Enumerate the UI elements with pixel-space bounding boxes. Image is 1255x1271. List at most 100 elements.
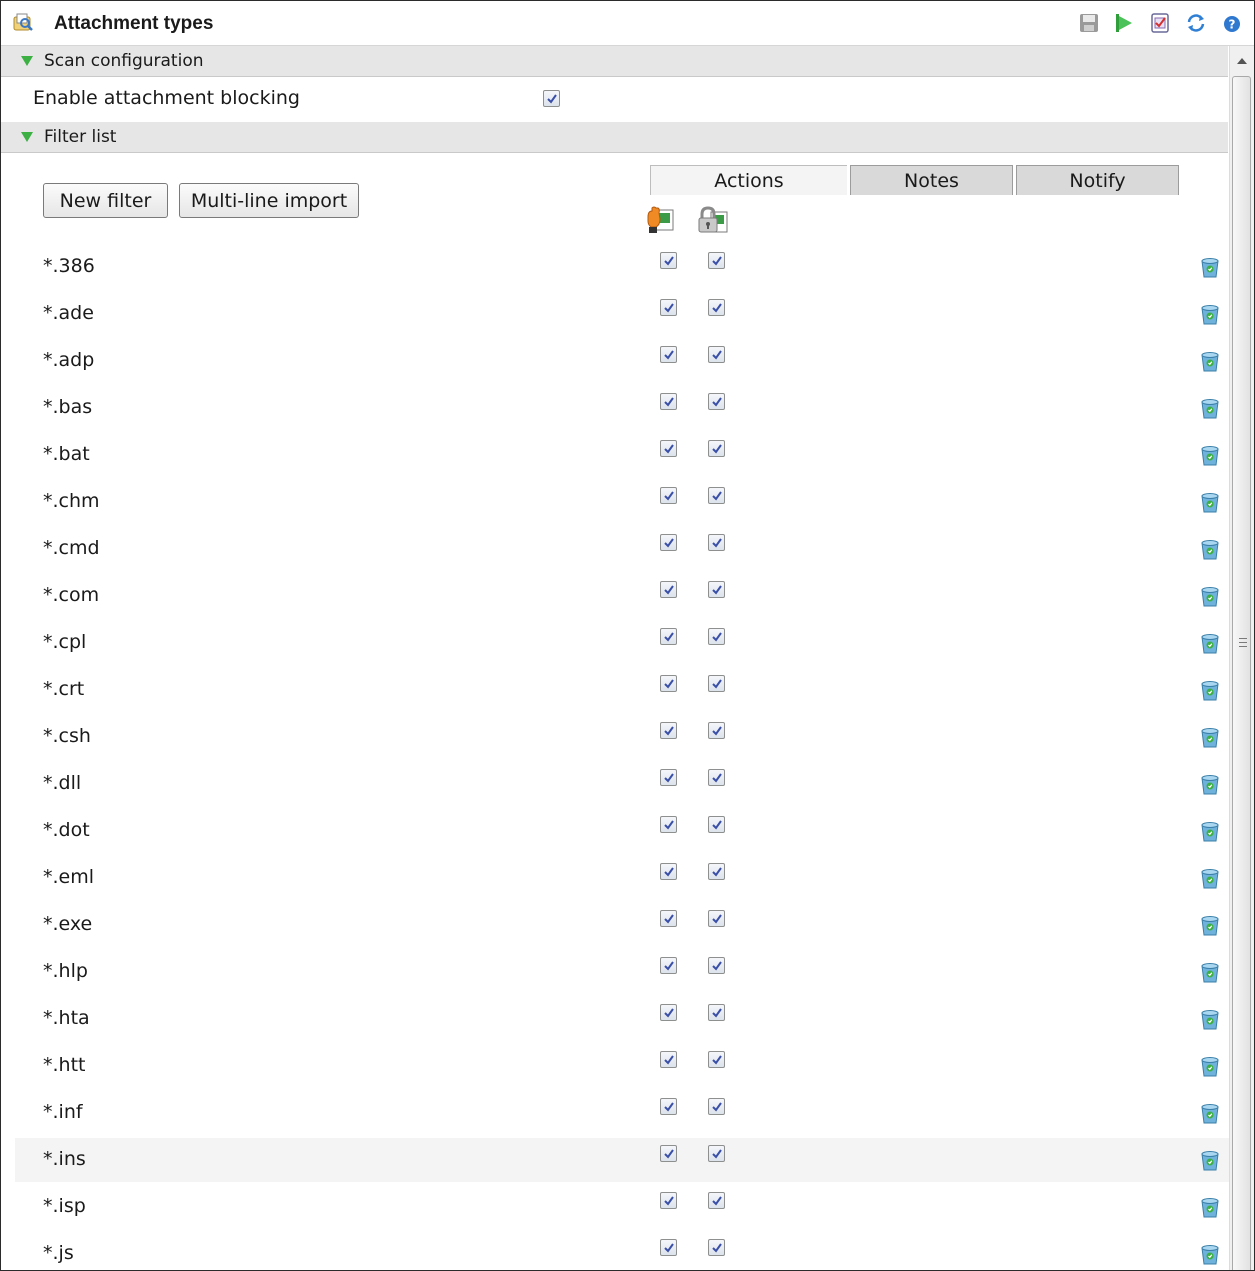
block-checkbox[interactable]	[660, 534, 677, 551]
multi-line-import-button[interactable]: Multi-line import	[179, 183, 359, 218]
table-row[interactable]: *.cpl	[15, 621, 1229, 665]
delete-trash-icon[interactable]	[1199, 631, 1221, 655]
table-row[interactable]: *.chm	[15, 480, 1229, 524]
quarantine-checkbox[interactable]	[708, 487, 725, 504]
table-row[interactable]: *.js	[15, 1232, 1229, 1270]
quarantine-checkbox[interactable]	[708, 675, 725, 692]
delete-trash-icon[interactable]	[1199, 819, 1221, 843]
table-row[interactable]: *.inf	[15, 1091, 1229, 1135]
block-checkbox[interactable]	[660, 487, 677, 504]
quarantine-checkbox[interactable]	[708, 722, 725, 739]
delete-trash-icon[interactable]	[1199, 1007, 1221, 1031]
vertical-scrollbar[interactable]	[1229, 46, 1254, 1270]
quarantine-checkbox[interactable]	[708, 769, 725, 786]
table-row[interactable]: *.htt	[15, 1044, 1229, 1088]
quarantine-checkbox[interactable]	[708, 628, 725, 645]
tab-actions[interactable]: Actions	[650, 165, 847, 195]
block-checkbox[interactable]	[660, 957, 677, 974]
delete-trash-icon[interactable]	[1199, 396, 1221, 420]
delete-trash-icon[interactable]	[1199, 490, 1221, 514]
delete-trash-icon[interactable]	[1199, 1101, 1221, 1125]
quarantine-checkbox[interactable]	[708, 1239, 725, 1256]
quarantine-checkbox[interactable]	[708, 1192, 725, 1209]
delete-trash-icon[interactable]	[1199, 772, 1221, 796]
block-checkbox[interactable]	[660, 628, 677, 645]
quarantine-checkbox[interactable]	[708, 816, 725, 833]
block-checkbox[interactable]	[660, 393, 677, 410]
refresh-icon[interactable]	[1185, 12, 1207, 34]
apply-icon[interactable]	[1113, 12, 1135, 34]
table-row[interactable]: *.eml	[15, 856, 1229, 900]
block-checkbox[interactable]	[660, 1145, 677, 1162]
block-checkbox[interactable]	[660, 1192, 677, 1209]
block-checkbox[interactable]	[660, 863, 677, 880]
tab-notify[interactable]: Notify	[1016, 165, 1179, 195]
quarantine-checkbox[interactable]	[708, 346, 725, 363]
delete-trash-icon[interactable]	[1199, 1195, 1221, 1219]
quarantine-checkbox[interactable]	[708, 252, 725, 269]
delete-trash-icon[interactable]	[1199, 678, 1221, 702]
delete-trash-icon[interactable]	[1199, 1242, 1221, 1266]
table-row[interactable]: *.ins	[15, 1138, 1229, 1182]
tab-notes[interactable]: Notes	[850, 165, 1013, 195]
delete-trash-icon[interactable]	[1199, 1148, 1221, 1172]
table-row[interactable]: *.bat	[15, 433, 1229, 477]
delete-trash-icon[interactable]	[1199, 866, 1221, 890]
table-row[interactable]: *.dll	[15, 762, 1229, 806]
enable-attachment-blocking-checkbox[interactable]	[543, 90, 560, 107]
checklist-icon[interactable]	[1149, 12, 1171, 34]
block-checkbox[interactable]	[660, 1239, 677, 1256]
quarantine-checkbox[interactable]	[708, 299, 725, 316]
filter-list-header[interactable]: Filter list	[1, 122, 1228, 153]
table-row[interactable]: *.386	[15, 245, 1229, 289]
delete-trash-icon[interactable]	[1199, 302, 1221, 326]
block-checkbox[interactable]	[660, 346, 677, 363]
quarantine-checkbox[interactable]	[708, 910, 725, 927]
scan-configuration-header[interactable]: Scan configuration	[1, 46, 1228, 77]
block-checkbox[interactable]	[660, 299, 677, 316]
delete-trash-icon[interactable]	[1199, 443, 1221, 467]
block-checkbox[interactable]	[660, 440, 677, 457]
block-checkbox[interactable]	[660, 675, 677, 692]
table-row[interactable]: *.cmd	[15, 527, 1229, 571]
quarantine-checkbox[interactable]	[708, 393, 725, 410]
delete-trash-icon[interactable]	[1199, 537, 1221, 561]
block-checkbox[interactable]	[660, 910, 677, 927]
scroll-up-arrow-icon[interactable]	[1237, 58, 1247, 64]
table-row[interactable]: *.dot	[15, 809, 1229, 853]
block-checkbox[interactable]	[660, 816, 677, 833]
block-checkbox[interactable]	[660, 1004, 677, 1021]
table-row[interactable]: *.com	[15, 574, 1229, 618]
quarantine-checkbox[interactable]	[708, 1004, 725, 1021]
delete-trash-icon[interactable]	[1199, 1054, 1221, 1078]
delete-trash-icon[interactable]	[1199, 960, 1221, 984]
block-checkbox[interactable]	[660, 722, 677, 739]
table-row[interactable]: *.adp	[15, 339, 1229, 383]
delete-trash-icon[interactable]	[1199, 349, 1221, 373]
quarantine-checkbox[interactable]	[708, 1051, 725, 1068]
block-checkbox[interactable]	[660, 769, 677, 786]
scrollbar-thumb[interactable]	[1232, 76, 1251, 1270]
table-row[interactable]: *.csh	[15, 715, 1229, 759]
block-checkbox[interactable]	[660, 1098, 677, 1115]
delete-trash-icon[interactable]	[1199, 255, 1221, 279]
quarantine-checkbox[interactable]	[708, 863, 725, 880]
block-checkbox[interactable]	[660, 1051, 677, 1068]
table-row[interactable]: *.ade	[15, 292, 1229, 336]
quarantine-checkbox[interactable]	[708, 1145, 725, 1162]
table-row[interactable]: *.hlp	[15, 950, 1229, 994]
block-checkbox[interactable]	[660, 581, 677, 598]
delete-trash-icon[interactable]	[1199, 725, 1221, 749]
delete-trash-icon[interactable]	[1199, 584, 1221, 608]
quarantine-checkbox[interactable]	[708, 440, 725, 457]
quarantine-checkbox[interactable]	[708, 957, 725, 974]
quarantine-checkbox[interactable]	[708, 581, 725, 598]
help-icon[interactable]: ?	[1222, 12, 1242, 34]
table-row[interactable]: *.crt	[15, 668, 1229, 712]
quarantine-checkbox[interactable]	[708, 534, 725, 551]
table-row[interactable]: *.hta	[15, 997, 1229, 1041]
quarantine-checkbox[interactable]	[708, 1098, 725, 1115]
block-checkbox[interactable]	[660, 252, 677, 269]
save-icon[interactable]	[1078, 12, 1100, 34]
table-row[interactable]: *.bas	[15, 386, 1229, 430]
